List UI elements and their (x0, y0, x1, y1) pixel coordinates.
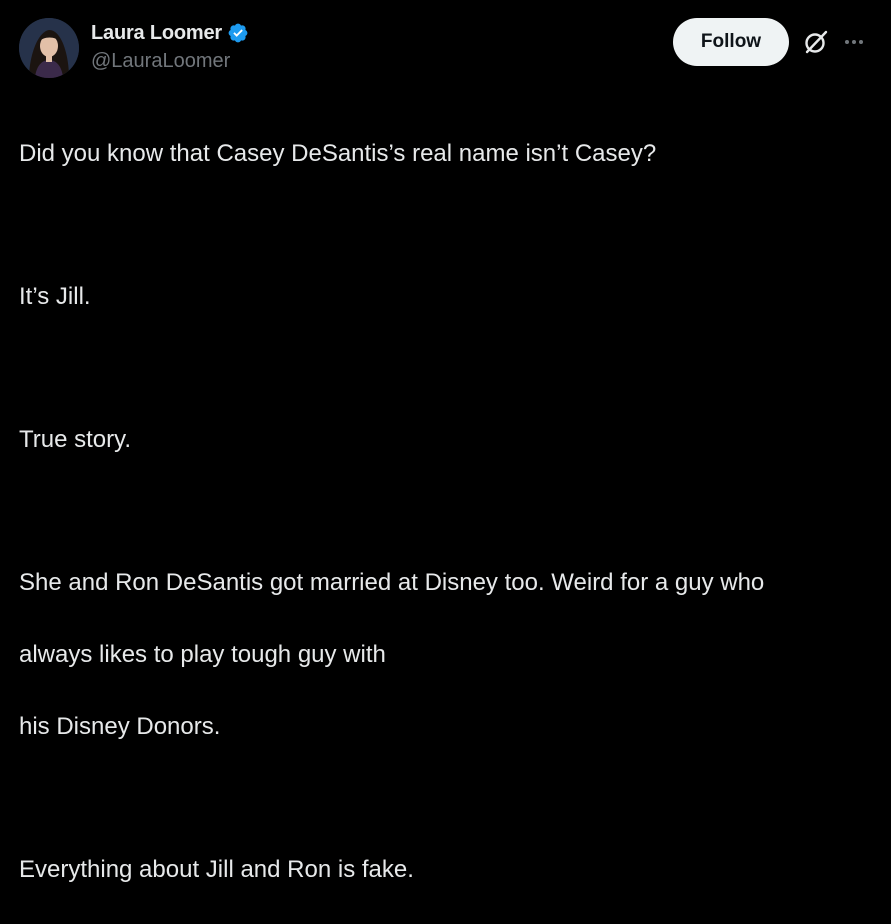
grok-icon[interactable] (802, 28, 830, 56)
display-name[interactable]: Laura Loomer (91, 22, 222, 45)
tweet-paragraph: Did you know that Casey DeSantis’s real … (19, 140, 657, 167)
follow-button[interactable]: Follow (673, 18, 789, 66)
tweet-paragraph-line: always likes to play tough guy with (19, 641, 386, 668)
name-row: Laura Loomer (91, 20, 249, 46)
tweet-paragraph-line: She and Ron DeSantis got married at Disn… (19, 569, 765, 596)
avatar[interactable] (19, 18, 79, 78)
verified-badge-icon (227, 22, 249, 44)
tweet-card: Laura Loomer @LauraLoomer Follow Did you… (0, 0, 891, 883)
tweet-paragraph: Everything about Jill and Ron is fake. (19, 856, 414, 883)
author-handle[interactable]: @LauraLoomer (91, 50, 249, 73)
tweet-paragraph: True story. (19, 426, 132, 453)
tweet-paragraph-line: his Disney Donors. (19, 713, 221, 740)
tweet-text: Did you know that Casey DeSantis’s real … (19, 100, 869, 924)
tweet-paragraph: It’s Jill. (19, 283, 91, 310)
author-info: Laura Loomer @LauraLoomer (91, 20, 249, 73)
more-options-icon[interactable] (842, 30, 866, 54)
